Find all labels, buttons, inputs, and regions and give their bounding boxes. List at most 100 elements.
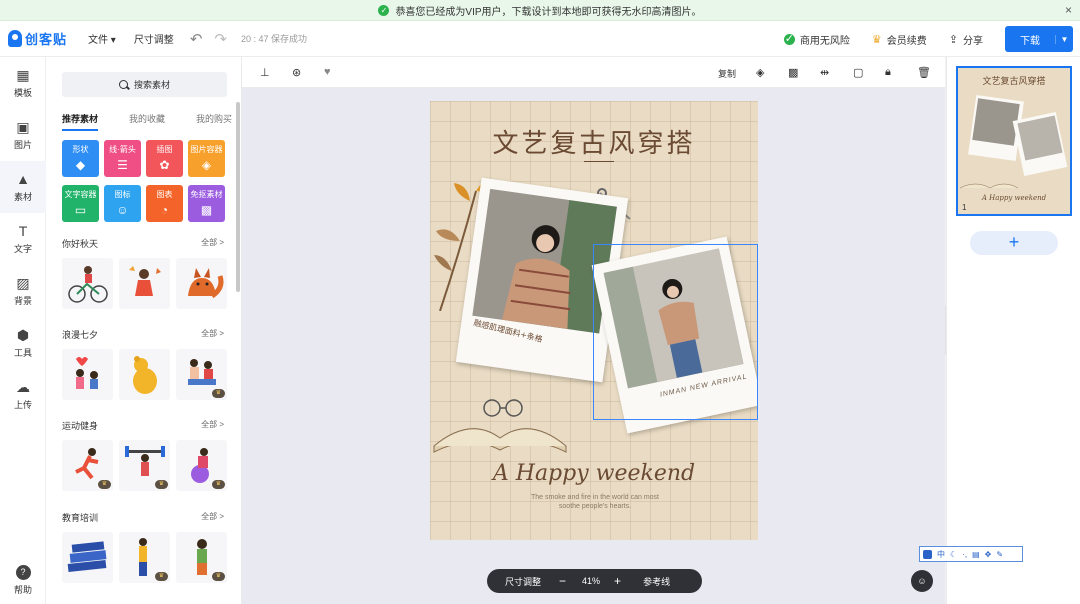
poster-title[interactable]: 文艺复古风穿搭 <box>430 123 758 160</box>
settings-icon: ✥ <box>984 549 992 559</box>
zoom-level[interactable]: 41% <box>582 576 600 586</box>
sticker-books[interactable] <box>62 532 113 583</box>
page-thumbnail[interactable]: 文艺复古风穿搭 A Happy weekend 1 <box>956 66 1072 216</box>
category-charts[interactable]: 图表 ◔ <box>146 185 183 222</box>
resize-button[interactable]: 尺寸调整 <box>505 575 541 588</box>
panel-scrollbar[interactable] <box>236 102 240 292</box>
sticker-teacher[interactable]: ♛ <box>119 532 170 583</box>
category-cutout-materials[interactable]: 免抠素材 ▩ <box>188 185 225 222</box>
logo[interactable]: 创客贴 <box>8 29 70 48</box>
copy-button[interactable]: 复制 <box>718 67 736 80</box>
sticker-runner[interactable]: ♛ <box>62 440 113 491</box>
category-label: 图标 <box>114 190 131 199</box>
keyboard-icon: ▤ <box>972 549 980 559</box>
rail-item-templates[interactable]: ▦ 模板 <box>0 57 46 109</box>
top-header: 创客贴 文件 ▾ 尺寸调整 ↶ ↷ 20 : 47 保存成功 ✓ 商用无风险 ♛… <box>0 21 1080 57</box>
vip-badge: ♛ <box>155 572 168 581</box>
help-button[interactable]: ? 帮助 <box>0 565 46 596</box>
rail-label: 图片 <box>13 140 32 150</box>
category-illustrations[interactable]: 插图 ✿ <box>146 140 183 177</box>
add-page-button[interactable]: + <box>970 231 1058 255</box>
sticker-autumn-girl[interactable] <box>119 258 170 309</box>
rail-item-background[interactable]: ▨ 背景 <box>0 265 46 317</box>
textbox-icon: ▭ <box>74 203 87 217</box>
rail-label: 背景 <box>13 296 32 306</box>
redo-icon[interactable]: ↷ <box>214 30 227 48</box>
category-label: 图表 <box>156 190 173 199</box>
sticker-yellow-bear[interactable] <box>119 349 170 400</box>
diamond-icon: ◆ <box>75 158 86 172</box>
tab-favorites[interactable]: 我的收藏 <box>129 112 165 131</box>
membership-renew-button[interactable]: ♛ 会员续费 <box>872 32 927 47</box>
sticker-couple-hearts[interactable] <box>62 349 113 400</box>
material-tabs: 推荐素材 我的收藏 我的购买 <box>62 112 232 131</box>
poster-subtext[interactable]: The smoke and fire in the world can most… <box>530 493 660 511</box>
filter-icon[interactable]: ⊛ <box>292 66 301 79</box>
chevron-down-icon[interactable]: ▼ <box>1055 34 1073 44</box>
share-label: 分享 <box>963 35 983 47</box>
rail-item-tools[interactable]: ⬢ 工具 <box>0 317 46 369</box>
rail-label: 模板 <box>13 88 32 98</box>
help-icon: ? <box>15 565 31 580</box>
rail-label: 上传 <box>13 400 32 410</box>
trash-icon[interactable]: 🗑︎ <box>917 66 931 79</box>
rail-item-text[interactable]: T 文字 <box>0 213 46 265</box>
chat-support-icon[interactable]: ☺ <box>911 570 933 592</box>
section-all-link[interactable]: 全部 > <box>201 328 224 339</box>
category-text-frames[interactable]: 文字容器 ▭ <box>62 185 99 222</box>
file-menu[interactable]: 文件 ▾ <box>88 31 116 46</box>
align-icon[interactable]: ⊥ <box>260 66 270 79</box>
ime-toolbar[interactable]: 中 ☾ ·, ▤ ✥ ✎ <box>919 546 1023 562</box>
section-all-link[interactable]: 全部 > <box>201 511 224 522</box>
transparency-icon[interactable]: ▩ <box>788 66 798 79</box>
resize-menu[interactable]: 尺寸调整 <box>134 31 174 46</box>
zoom-in-button[interactable]: + <box>614 574 621 588</box>
tab-recommended[interactable]: 推荐素材 <box>62 112 99 131</box>
layers-icon[interactable]: ◈ <box>756 66 764 79</box>
page-number: 1 <box>962 203 967 212</box>
heart-icon[interactable]: ♥ <box>324 66 331 78</box>
rail-label: 工具 <box>13 348 32 358</box>
tab-purchased[interactable]: 我的购买 <box>196 112 232 131</box>
material-search-button[interactable]: 搜索素材 <box>62 72 227 97</box>
sticker-fox[interactable] <box>176 258 227 309</box>
rail-item-materials[interactable]: ▲ 素材 <box>0 161 46 213</box>
polaroid-photo-2[interactable]: INMAN NEW ARRIVAL <box>591 236 758 434</box>
crown-icon: ♛ <box>871 33 882 46</box>
guides-button[interactable]: 参考线 <box>643 575 670 588</box>
section-thumbs <box>62 258 227 309</box>
undo-icon[interactable]: ↶ <box>190 30 203 48</box>
rail-label: 文字 <box>13 244 32 254</box>
design-poster[interactable]: 文艺复古风穿搭 融感肌理面料+条格 INMAN NEW ARRIVAL A Ha… <box>430 101 758 540</box>
flip-icon[interactable]: ⇹ <box>820 66 829 79</box>
moon-icon: ☾ <box>950 549 958 559</box>
save-status: 20 : 47 保存成功 <box>240 34 307 44</box>
sticker-bicycle-girl[interactable] <box>62 258 113 309</box>
share-button[interactable]: ⇪ 分享 <box>949 32 983 47</box>
sticker-cyclist[interactable]: ♛ <box>176 440 227 491</box>
close-banner-icon[interactable]: × <box>1065 3 1072 17</box>
sticker-couple-sitting[interactable]: ♛ <box>176 349 227 400</box>
category-icons[interactable]: 图标 ☺ <box>104 185 141 222</box>
rail-item-images[interactable]: ▣ 图片 <box>0 109 46 161</box>
zoom-out-button[interactable]: − <box>559 574 566 588</box>
section-all-link[interactable]: 全部 > <box>201 237 224 248</box>
pages-panel: 文艺复古风穿搭 A Happy weekend 1 + <box>946 57 1080 604</box>
category-shapes[interactable]: 形状 ◆ <box>62 140 99 177</box>
category-lines-arrows[interactable]: 线·箭头 ☰ <box>104 140 141 177</box>
model-photo <box>603 248 744 389</box>
section-title: 运动健身 <box>62 421 99 431</box>
commercial-safe-button[interactable]: ✓ 商用无风险 <box>783 32 850 47</box>
rail-item-upload[interactable]: ☁ 上传 <box>0 369 46 421</box>
lock-icon[interactable]: 🔒︎ <box>885 66 891 79</box>
sticker-weightlifter[interactable]: ♛ <box>119 440 170 491</box>
title-divider <box>584 161 614 162</box>
download-button[interactable]: 下载 ▼ <box>1005 26 1073 52</box>
category-image-frames[interactable]: 图片容器 ◈ <box>188 140 225 177</box>
crop-icon[interactable]: ▢ <box>853 66 863 79</box>
vip-message: 恭喜您已经成为VIP用户，下载设计到本地即可获得无水印高清图片。 <box>395 6 702 18</box>
poster-headline[interactable]: A Happy weekend <box>430 461 758 486</box>
flower-icon: ✿ <box>159 158 170 172</box>
section-all-link[interactable]: 全部 > <box>201 419 224 430</box>
sticker-student[interactable]: ♛ <box>176 532 227 583</box>
